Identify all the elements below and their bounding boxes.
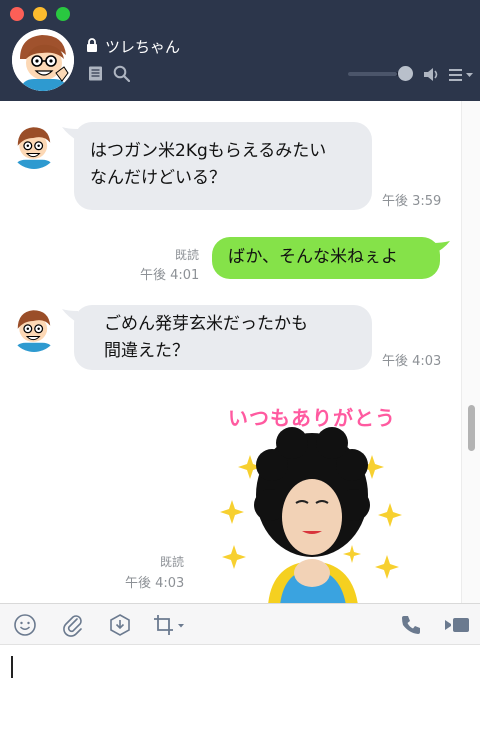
volume-slider-knob[interactable] <box>398 66 413 81</box>
sender-avatar[interactable] <box>10 304 58 352</box>
notes-icon[interactable] <box>88 66 103 81</box>
crop-icon[interactable] <box>152 613 186 637</box>
attach-icon[interactable] <box>61 613 85 637</box>
bubble-tail <box>432 241 450 255</box>
message-timestamp: 午後 4:03 <box>382 354 442 369</box>
message-text: ごめん発芽玄米だったかも <box>104 314 308 334</box>
message-bubble-incoming[interactable]: はつガン米2Kgもらえるみたい なんだけどいる？ <box>74 122 372 210</box>
message-text: 間違えた？ <box>104 341 189 361</box>
message-list[interactable]: はつガン米2Kgもらえるみたい なんだけどいる？ 午後 3:59 既読 午後 4… <box>0 101 480 603</box>
speaker-icon[interactable] <box>423 67 440 82</box>
message-bubble-incoming[interactable]: ごめん発芽玄米だったかも 間違えた？ <box>74 305 372 370</box>
volume-slider-fill <box>348 72 398 76</box>
read-receipt: 既読 <box>160 555 185 569</box>
phone-icon[interactable] <box>399 613 423 637</box>
message-input[interactable] <box>0 645 480 750</box>
chat-scrollbar[interactable] <box>461 101 480 603</box>
minimize-window-button[interactable] <box>33 7 47 21</box>
emoji-icon[interactable] <box>13 613 37 637</box>
message-timestamp: 午後 4:03 <box>125 576 185 591</box>
message-timestamp: 午後 3:59 <box>382 194 442 209</box>
menu-icon[interactable] <box>448 68 474 82</box>
message-text: なんだけどいる？ <box>90 168 226 188</box>
lock-icon <box>87 38 97 52</box>
sender-avatar[interactable] <box>10 121 58 169</box>
chat-title: ツレちゃん <box>105 38 181 56</box>
search-icon[interactable] <box>113 65 130 82</box>
keep-icon[interactable] <box>108 613 132 637</box>
input-toolbar <box>0 603 480 645</box>
sticker-caption: いつもありがとう <box>228 406 396 430</box>
chat-scrollbar-thumb[interactable] <box>468 405 475 451</box>
chat-window: ツレちゃん はつガン米2Kgもらえるみたい なんだけどいる？ 午後 3:59 既… <box>0 0 480 750</box>
read-receipt: 既読 <box>175 248 200 262</box>
message-timestamp: 午後 4:01 <box>140 268 200 283</box>
sticker-image[interactable]: いつもありがとう <box>212 395 422 603</box>
chat-header: ツレちゃん <box>0 0 480 101</box>
close-window-button[interactable] <box>10 7 24 21</box>
text-caret <box>11 656 13 678</box>
zoom-window-button[interactable] <box>56 7 70 21</box>
contact-avatar[interactable] <box>12 29 74 91</box>
message-bubble-outgoing[interactable]: ばか、そんな米ねぇよ <box>212 237 440 279</box>
message-text: ばか、そんな米ねぇよ <box>228 247 398 267</box>
message-text: はつガン米2Kgもらえるみたい <box>90 141 327 161</box>
video-icon[interactable] <box>444 613 470 637</box>
